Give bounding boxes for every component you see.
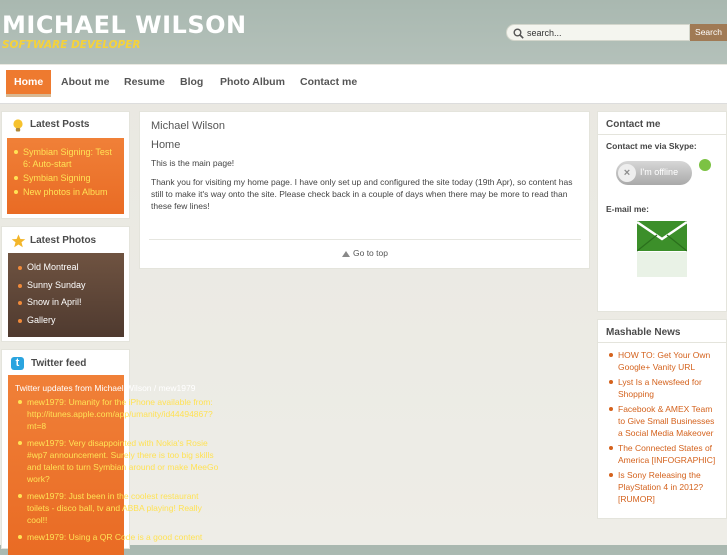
search-box — [506, 24, 690, 41]
search-button[interactable]: Search — [690, 24, 727, 41]
offline-x-icon: × — [618, 164, 636, 182]
mashable-title: Mashable News — [606, 327, 681, 338]
latest-posts-list: Symbian Signing: Test 6: Auto-start Symb… — [12, 146, 120, 198]
latest-post-link[interactable]: Symbian Signing — [12, 172, 120, 184]
star-icon — [11, 234, 26, 248]
email-label: E-mail me: — [606, 204, 649, 214]
main-site-name: Michael Wilson — [151, 120, 225, 132]
nav-about-me[interactable]: About me — [61, 70, 109, 97]
latest-photos-list: Old Montreal Sunny Sunday Snow in April!… — [16, 261, 120, 331]
latest-photos-title: Latest Photos — [30, 235, 97, 246]
latest-posts-box: Symbian Signing: Test 6: Auto-start Symb… — [7, 138, 124, 214]
news-link[interactable]: The Connected States of America [INFOGRA… — [607, 442, 721, 466]
latest-photo-link[interactable]: Gallery — [16, 314, 120, 332]
latest-posts-panel: Latest Posts Symbian Signing: Test 6: Au… — [1, 111, 130, 219]
skype-label: Contact me via Skype: — [606, 141, 697, 151]
arrow-up-icon — [342, 251, 350, 257]
main-paragraph-1: This is the main page! — [151, 158, 235, 168]
tweet-item[interactable]: mew1979: Very disappointed with Nokia's … — [16, 437, 221, 485]
nav-blog[interactable]: Blog — [180, 70, 203, 97]
twitter-icon: t — [11, 357, 24, 370]
news-link[interactable]: HOW TO: Get Your Own Google+ Vanity URL — [607, 349, 721, 373]
latest-photo-link[interactable]: Old Montreal — [16, 261, 120, 279]
latest-post-link[interactable]: New photos in Album — [12, 186, 120, 198]
divider — [598, 134, 727, 135]
news-link[interactable]: Is Sony Releasing the PlayStation 4 in 2… — [607, 469, 721, 505]
main-paragraph-2: Thank you for visiting my home page. I h… — [151, 177, 573, 211]
mashable-panel: Mashable News HOW TO: Get Your Own Googl… — [597, 319, 727, 519]
skype-status-button[interactable]: × I'm offline — [616, 161, 692, 185]
contact-title: Contact me — [606, 119, 661, 130]
mashable-list: HOW TO: Get Your Own Google+ Vanity URL … — [607, 349, 721, 505]
tweet-item[interactable]: mew1979: Umanity for the iPhone availabl… — [16, 396, 221, 432]
divider — [149, 239, 581, 240]
news-link[interactable]: Facebook & AMEX Team to Give Small Busin… — [607, 403, 721, 439]
nav-photo-album[interactable]: Photo Album — [220, 70, 285, 97]
site-title[interactable]: MICHAEL WILSON — [2, 11, 247, 39]
main-nav: Home About me Resume Blog Photo Album Co… — [0, 65, 727, 104]
lightbulb-icon — [13, 119, 23, 132]
latest-photos-box: Old Montreal Sunny Sunday Snow in April!… — [8, 253, 124, 337]
news-link[interactable]: Lyst Is a Newsfeed for Shopping — [607, 376, 721, 400]
tweet-item[interactable]: mew1979: Using a QR Code is a good conte… — [16, 531, 221, 543]
envelope-icon[interactable] — [637, 221, 687, 277]
contact-panel: Contact me Contact me via Skype: × I'm o… — [597, 111, 727, 312]
skype-logo-icon — [699, 159, 711, 171]
tweet-item[interactable]: mew1979: Just been in the coolest restau… — [16, 490, 221, 526]
page-heading: Home — [151, 139, 181, 151]
latest-photo-link[interactable]: Snow in April! — [16, 296, 120, 314]
latest-post-link[interactable]: Symbian Signing: Test 6: Auto-start — [12, 146, 120, 170]
latest-photos-panel: Latest Photos Old Montreal Sunny Sunday … — [1, 226, 130, 342]
nav-home[interactable]: Home — [6, 70, 52, 97]
nav-resume[interactable]: Resume — [124, 70, 165, 97]
latest-posts-title: Latest Posts — [30, 119, 90, 130]
nav-contact-me[interactable]: Contact me — [300, 70, 357, 97]
search-icon — [513, 28, 524, 39]
search-input[interactable] — [527, 26, 687, 39]
twitter-intro: Twitter updates from Michael Wilson / me… — [15, 383, 196, 393]
skype-status-text: I'm offline — [640, 167, 679, 177]
site-subtitle: SOFTWARE DEVELOPER — [2, 39, 141, 51]
divider — [598, 342, 727, 343]
go-to-top-link[interactable]: Go to top — [353, 248, 388, 258]
twitter-title: Twitter feed — [31, 358, 87, 369]
twitter-list: mew1979: Umanity for the iPhone availabl… — [16, 396, 221, 543]
latest-photo-link[interactable]: Sunny Sunday — [16, 279, 120, 297]
